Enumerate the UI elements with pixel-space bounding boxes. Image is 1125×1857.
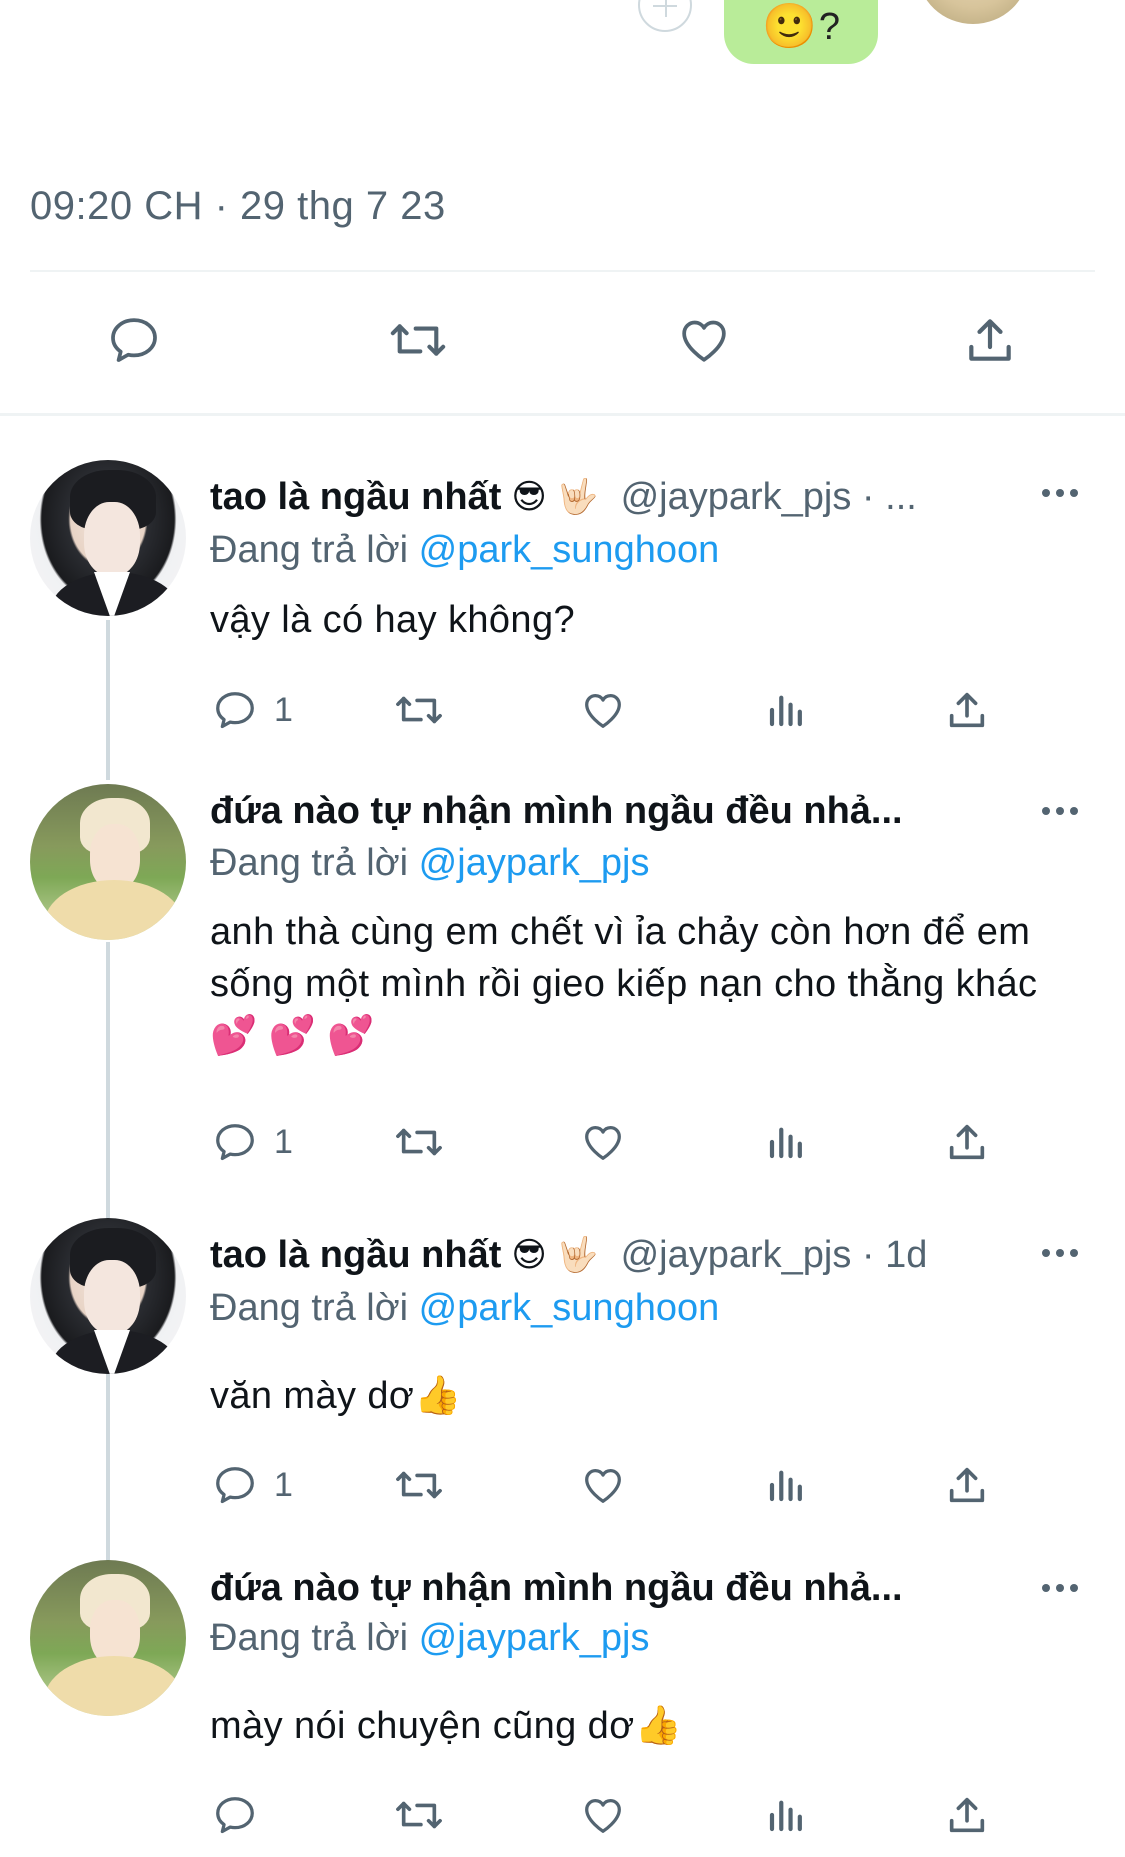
reply-count: 1 — [274, 1466, 293, 1504]
more-options-icon[interactable] — [1040, 1581, 1080, 1595]
retweet-icon[interactable] — [392, 1462, 446, 1508]
views-icon[interactable] — [765, 1462, 807, 1508]
section-divider — [0, 413, 1125, 416]
reply-action-bar: 1 — [0, 1460, 1125, 1510]
views-icon[interactable] — [765, 1792, 807, 1838]
tweet-text: mày nói chuyện cũng dơ👍 — [210, 1705, 683, 1747]
mention-link[interactable]: @jaypark_pjs — [419, 842, 650, 884]
display-name[interactable]: tao là ngầu nhất — [210, 476, 501, 519]
like-icon[interactable] — [579, 1462, 627, 1508]
mention-link[interactable]: @park_sunghoon — [419, 1287, 720, 1329]
like-icon[interactable] — [579, 1119, 627, 1165]
share-icon[interactable] — [962, 312, 1018, 368]
name-emoji: 😎 🤟🏻 — [511, 478, 599, 516]
reply-icon[interactable] — [212, 1119, 258, 1165]
reaction-bubble: 🙂 ? — [724, 0, 878, 64]
share-icon[interactable] — [944, 687, 990, 733]
display-name[interactable]: đứa nào tự nhận mình ngầu đều nhả... — [210, 1567, 903, 1610]
mention-link[interactable]: @park_sunghoon — [419, 529, 720, 571]
views-icon[interactable] — [765, 687, 807, 733]
reply-icon[interactable] — [212, 1462, 258, 1508]
avatar[interactable] — [30, 1560, 186, 1716]
retweet-icon[interactable] — [392, 1119, 446, 1165]
reply-header: tao là ngầu nhất 😎 🤟🏻 @jaypark_pjs · ... — [210, 472, 917, 522]
avatar[interactable] — [30, 1218, 186, 1374]
reaction-suffix: ? — [818, 5, 840, 48]
more-options-icon[interactable] — [1040, 1246, 1080, 1260]
display-name[interactable]: đứa nào tự nhận mình ngầu đều nhả... — [210, 790, 903, 833]
name-emoji: 😎 🤟🏻 — [511, 1236, 599, 1274]
reply-count: 1 — [274, 1123, 293, 1161]
share-icon[interactable] — [944, 1119, 990, 1165]
reply-action-bar — [0, 1790, 1125, 1840]
share-icon[interactable] — [944, 1462, 990, 1508]
user-handle[interactable]: @jaypark_pjs · 1d — [621, 1234, 928, 1277]
reply-icon[interactable] — [212, 687, 258, 733]
replying-prefix: Đang trả lời — [210, 529, 409, 571]
replying-prefix: Đang trả lời — [210, 842, 409, 884]
reply-action-bar: 1 — [0, 685, 1125, 735]
reply-header: tao là ngầu nhất 😎 🤟🏻 @jaypark_pjs · 1d — [210, 1230, 927, 1280]
replying-to: Đang trả lời @park_sunghoon — [210, 1287, 719, 1330]
display-name[interactable]: tao là ngầu nhất — [210, 1234, 501, 1277]
mention-link[interactable]: @jaypark_pjs — [419, 1617, 650, 1659]
reply-header: đứa nào tự nhận mình ngầu đều nhả... — [210, 786, 903, 836]
reply-action-bar: 1 — [0, 1117, 1125, 1167]
replying-to: Đang trả lời @park_sunghoon — [210, 529, 719, 572]
views-icon[interactable] — [765, 1119, 807, 1165]
share-icon[interactable] — [944, 1792, 990, 1838]
tweet-text: vậy là có hay không? — [210, 599, 576, 641]
thread-line — [106, 942, 110, 1220]
tweet-timestamp: 09:20 CH · 29 thg 7 23 — [30, 184, 446, 228]
replying-prefix: Đang trả lời — [210, 1287, 409, 1329]
like-icon[interactable] — [579, 687, 627, 733]
replying-to: Đang trả lời @jaypark_pjs — [210, 1617, 649, 1660]
replying-to: Đang trả lời @jaypark_pjs — [210, 842, 649, 885]
replying-prefix: Đang trả lời — [210, 1617, 409, 1659]
avatar[interactable] — [30, 784, 186, 940]
add-reaction-icon[interactable] — [638, 0, 692, 32]
reply-icon[interactable] — [212, 1792, 258, 1838]
avatar[interactable] — [918, 0, 1028, 24]
reply-icon[interactable] — [106, 312, 162, 368]
reaction-emoji: 🙂 — [762, 2, 817, 51]
tweet-text: anh thà cùng em chết vì ỉa chảy còn hơn … — [210, 911, 1038, 1057]
tweet-action-bar — [0, 300, 1125, 380]
tweet-text: văn mày dơ👍 — [210, 1375, 462, 1417]
more-options-icon[interactable] — [1040, 486, 1080, 500]
like-icon[interactable] — [579, 1792, 627, 1838]
reply-header: đứa nào tự nhận mình ngầu đều nhả... — [210, 1563, 903, 1613]
retweet-icon[interactable] — [392, 687, 446, 733]
user-handle[interactable]: @jaypark_pjs · ... — [621, 476, 917, 519]
divider — [30, 270, 1095, 272]
like-icon[interactable] — [675, 312, 733, 368]
retweet-icon[interactable] — [386, 312, 450, 368]
more-options-icon[interactable] — [1040, 804, 1080, 818]
avatar[interactable] — [30, 460, 186, 616]
reply-count: 1 — [274, 691, 293, 729]
retweet-icon[interactable] — [392, 1792, 446, 1838]
